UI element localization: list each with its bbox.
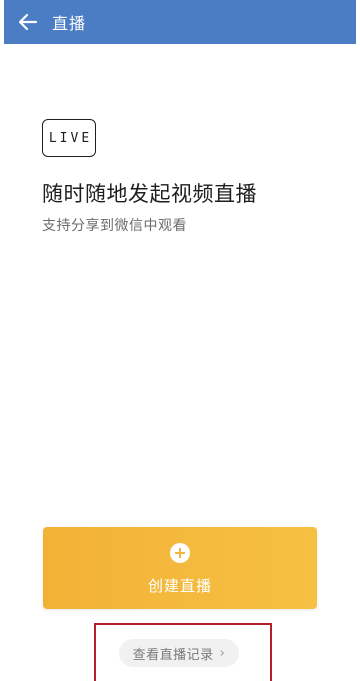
page-title: 直播 <box>52 14 87 33</box>
arrow-left-icon <box>19 14 37 30</box>
hero-headline: 随时随地发起视频直播 <box>42 182 257 206</box>
view-records-button[interactable]: 查看直播记录 › <box>119 639 239 667</box>
hero-subtitle: 支持分享到微信中观看 <box>42 218 187 234</box>
chevron-right-icon: › <box>219 645 226 661</box>
plus-circle-icon <box>170 543 190 563</box>
view-records-label: 查看直播记录 <box>132 647 214 663</box>
top-app-bar: 直播 <box>4 0 356 44</box>
live-badge: LIVE <box>42 119 96 157</box>
create-live-label: 创建直播 <box>147 577 212 595</box>
live-screen: 直播 LIVE 随时随地发起视频直播 支持分享到微信中观看 创建直播 查看直播记… <box>0 0 360 681</box>
create-live-button[interactable]: 创建直播 <box>43 527 317 609</box>
back-button[interactable] <box>4 0 52 44</box>
